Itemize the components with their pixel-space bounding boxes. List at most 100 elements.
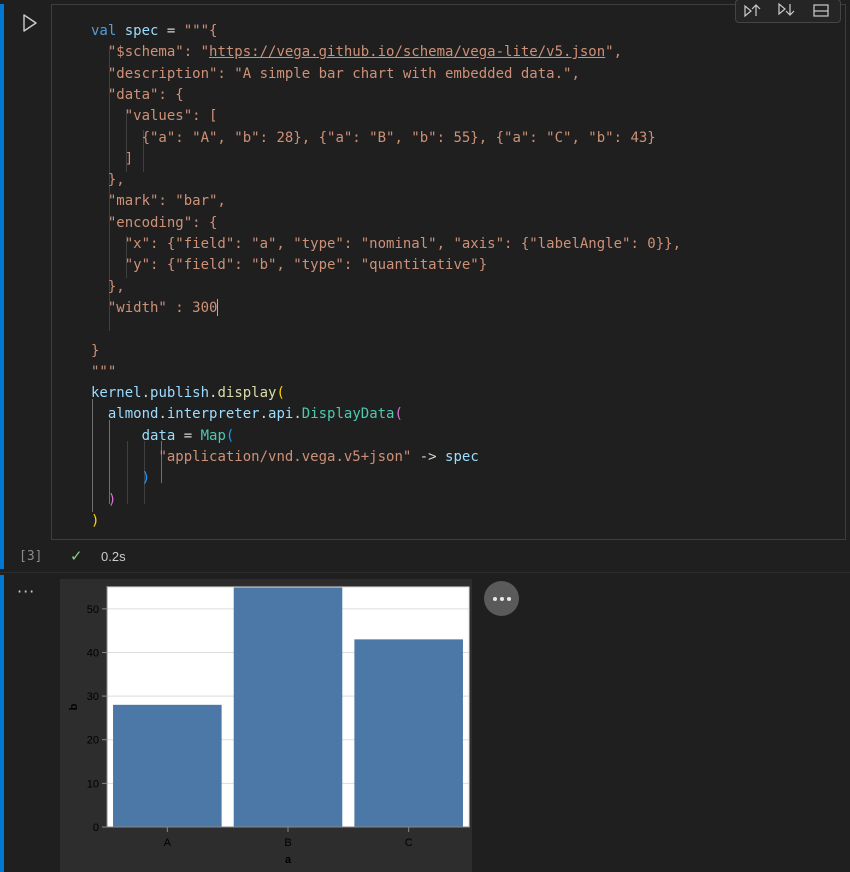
code-line: "values": [ — [91, 106, 218, 127]
code-token: data — [141, 427, 176, 444]
execute-below-button[interactable] — [776, 2, 798, 18]
cell-divider — [0, 572, 850, 573]
code-token: ( — [276, 385, 285, 402]
cell-toolbar — [735, 0, 841, 23]
code-line: {"a": "A", "b": 28}, {"a": "B", "b": 55}… — [91, 128, 656, 149]
code-token: ) — [141, 470, 151, 487]
code-line: """ — [91, 362, 116, 383]
code-token: ", — [605, 44, 623, 61]
code-token: = — [175, 427, 201, 444]
output-focus-indicator — [0, 575, 4, 872]
code-line: "width" : 300 — [91, 298, 219, 319]
code-token: "values": [ — [124, 108, 218, 125]
x-axis-title: a — [285, 854, 292, 866]
code-token: interpreter — [166, 406, 260, 423]
split-cell-button[interactable] — [810, 2, 832, 18]
code-line: "application/vnd.vega.v5+json" -> spec — [91, 447, 479, 468]
code-token: publish — [150, 385, 210, 402]
code-token: kernel — [91, 385, 142, 402]
code-line: "x": {"field": "a", "type": "nominal", "… — [91, 234, 681, 255]
code-token: """ — [91, 363, 117, 380]
y-tick-label: 10 — [87, 778, 99, 790]
split-cell-icon — [813, 4, 829, 17]
more-actions-icon — [492, 596, 497, 601]
bar-chart: 0 10 20 30 40 50 A B Ca b — [60, 579, 472, 872]
output-menu-icon[interactable]: ··· — [17, 582, 35, 601]
code-token: "data": { — [107, 86, 184, 103]
code-token: . — [158, 406, 167, 423]
code-token: } — [91, 342, 100, 359]
code-token: ] — [124, 150, 134, 167]
more-actions-button[interactable] — [484, 581, 519, 616]
execution-count: [3] — [19, 549, 43, 564]
code-token: val — [91, 23, 117, 39]
code-token: ) — [107, 491, 117, 508]
code-line: "encoding": { — [91, 213, 218, 234]
code-line: ) — [91, 511, 99, 532]
code-token: api — [268, 406, 294, 423]
code-token: display — [217, 385, 277, 402]
code-line: val spec = """{ — [91, 21, 217, 42]
code-token: DisplayData — [301, 406, 395, 423]
check-icon: ✓ — [70, 547, 83, 565]
y-tick-label: 30 — [87, 691, 99, 703]
code-token: almond — [107, 406, 159, 423]
code-line: }, — [91, 170, 125, 191]
code-token: = — [158, 23, 184, 39]
code-token: "x": {"field": "a", "type": "nominal", "… — [124, 236, 682, 252]
code-line: "y": {"field": "b", "type": "quantitativ… — [91, 255, 487, 276]
execute-above-button[interactable] — [742, 2, 764, 18]
code-token: . — [293, 406, 302, 423]
code-line: almond.interpreter.api.DisplayData( — [91, 404, 403, 425]
x-tick-label: A — [164, 837, 172, 849]
code-token: }, — [107, 172, 125, 189]
x-tick-label: C — [405, 837, 413, 849]
y-axis-title: b — [68, 703, 80, 710]
bar-A — [113, 704, 222, 827]
text-cursor — [217, 299, 219, 317]
code-line: ) — [91, 468, 150, 489]
code-token: "description": "A simple bar chart with … — [107, 65, 580, 82]
code-token: . — [259, 406, 269, 423]
code-token: https://vega.github.io/schema/vega-lite/… — [209, 44, 606, 61]
code-token: spec — [445, 449, 479, 465]
code-token: -> — [411, 449, 446, 465]
code-line: data = Map( — [91, 426, 235, 447]
cell-focus-indicator — [0, 4, 4, 569]
code-editor[interactable]: val spec = """{ "$schema": "https://vega… — [51, 0, 846, 540]
code-token: }, — [107, 278, 125, 295]
run-cell-button[interactable] — [18, 12, 42, 36]
code-line: kernel.publish.display( — [91, 383, 285, 404]
y-tick-label: 0 — [93, 822, 99, 834]
code-token: "$schema": " — [107, 44, 210, 61]
code-token: ( — [394, 406, 403, 423]
code-token: ) — [91, 512, 100, 529]
code-token: "mark": "bar", — [107, 193, 226, 210]
code-token: spec — [124, 23, 159, 39]
play-icon — [23, 14, 37, 32]
code-token: """{ — [183, 23, 218, 39]
code-token: . — [141, 385, 151, 402]
code-token: Map — [200, 427, 226, 444]
code-token: {"a": "A", "b": 28}, {"a": "B", "b": 55}… — [141, 129, 656, 146]
execute-below-icon — [778, 2, 795, 16]
code-line: "description": "A simple bar chart with … — [91, 64, 580, 85]
code-token: "y": {"field": "b", "type": "quantitativ… — [124, 257, 488, 274]
code-token: "width" : 300 — [107, 299, 218, 316]
y-tick-label: 40 — [87, 647, 99, 659]
code-token: ( — [225, 427, 235, 444]
